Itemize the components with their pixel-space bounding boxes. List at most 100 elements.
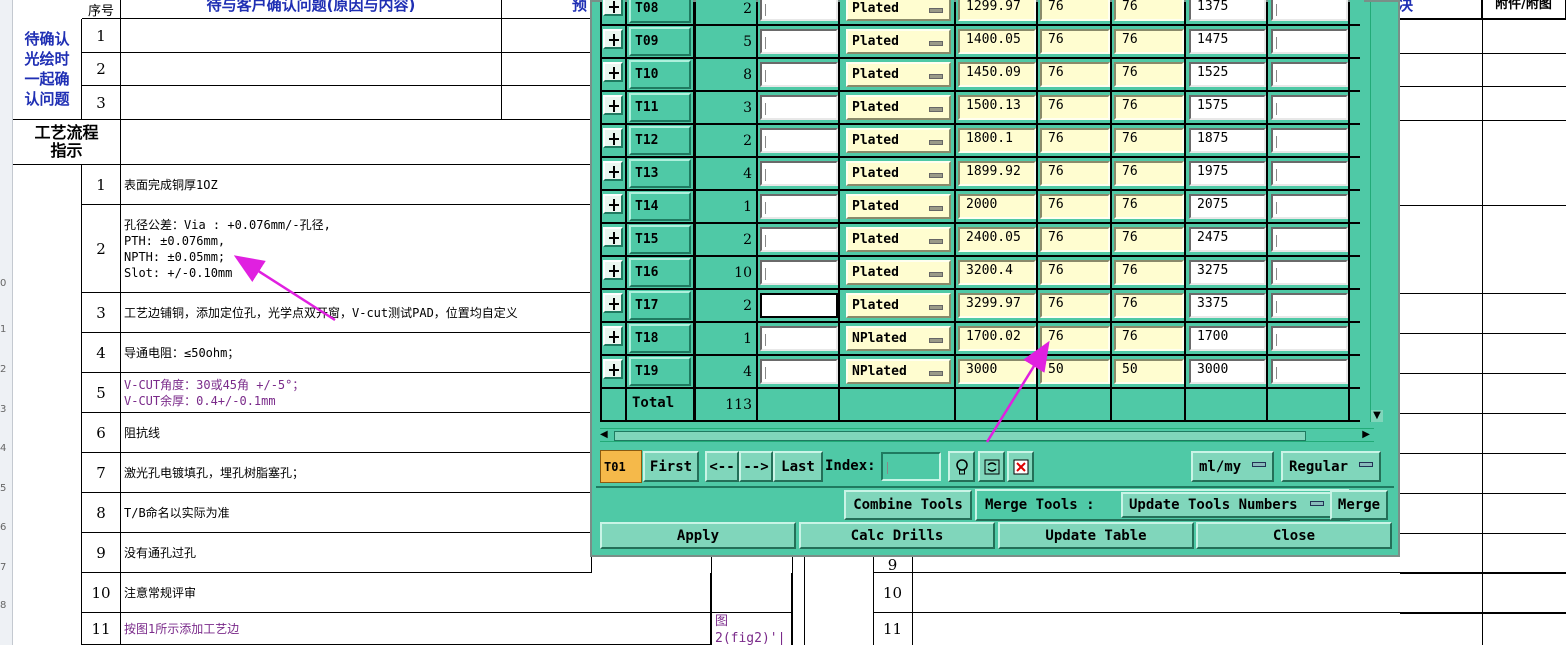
comment-field[interactable] bbox=[760, 293, 838, 318]
scroll-left-icon[interactable]: ◀ bbox=[600, 429, 608, 440]
extra-field[interactable] bbox=[1271, 260, 1348, 285]
tol-plus-field[interactable]: 76 bbox=[1040, 326, 1110, 351]
finish-size-field[interactable]: 3275 bbox=[1189, 260, 1266, 285]
comment-field[interactable] bbox=[760, 194, 838, 219]
process-row-text[interactable]: 没有通孔过孔 bbox=[121, 533, 592, 573]
plating-dropdown[interactable]: Plated bbox=[846, 293, 951, 318]
tool-name-button[interactable]: T16 bbox=[629, 258, 691, 287]
pending-cell[interactable] bbox=[121, 19, 502, 53]
tol-minus-field[interactable]: 76 bbox=[1114, 95, 1184, 120]
refresh-icon[interactable] bbox=[978, 451, 1005, 482]
tol-plus-field[interactable]: 76 bbox=[1040, 0, 1110, 21]
comment-field[interactable] bbox=[760, 29, 838, 54]
attachment-cell[interactable] bbox=[711, 573, 792, 613]
comment-field[interactable] bbox=[760, 62, 838, 87]
apply-button[interactable]: Apply bbox=[600, 522, 796, 549]
scroll-down-icon[interactable]: ▼ bbox=[1371, 410, 1383, 422]
update-table-button[interactable]: Update Table bbox=[998, 522, 1194, 549]
delete-icon[interactable] bbox=[1007, 451, 1034, 482]
tol-plus-field[interactable]: 76 bbox=[1040, 161, 1110, 186]
tool-name-button[interactable]: T15 bbox=[629, 225, 691, 254]
extra-field[interactable] bbox=[1271, 293, 1348, 318]
drill-size-field[interactable]: 1299.97 bbox=[958, 0, 1036, 21]
extra-field[interactable] bbox=[1271, 227, 1348, 252]
extra-field[interactable] bbox=[1271, 62, 1348, 87]
process-row-text[interactable]: 孔径公差：Via : +0.076mm/-孔径, PTH: ±0.076mm, … bbox=[121, 205, 592, 293]
plating-dropdown[interactable]: Plated bbox=[846, 194, 951, 219]
process-row-text[interactable]: 工艺边铺铜，添加定位孔，光学点双开窗，V-cut测试PAD，位置均自定义 bbox=[121, 293, 592, 333]
plating-dropdown[interactable]: NPlated bbox=[846, 359, 951, 384]
plating-dropdown[interactable]: NPlated bbox=[846, 326, 951, 351]
tol-plus-field[interactable]: 76 bbox=[1040, 128, 1110, 153]
extra-field[interactable] bbox=[1271, 0, 1348, 21]
extra-field[interactable] bbox=[1271, 128, 1348, 153]
process-row-text[interactable]: T/B命名以实际为准 bbox=[121, 493, 592, 533]
plating-dropdown[interactable]: Plated bbox=[846, 62, 951, 87]
drill-size-field[interactable]: 1800.1 bbox=[958, 128, 1036, 153]
expand-icon[interactable] bbox=[603, 227, 623, 247]
expand-icon[interactable] bbox=[603, 128, 623, 148]
comment-field[interactable] bbox=[760, 161, 838, 186]
tol-minus-field[interactable]: 76 bbox=[1114, 29, 1184, 54]
tol-minus-field[interactable]: 76 bbox=[1114, 260, 1184, 285]
finish-size-field[interactable]: 1700 bbox=[1189, 326, 1266, 351]
first-button[interactable]: First bbox=[643, 451, 699, 482]
plating-dropdown[interactable]: Plated bbox=[846, 0, 951, 21]
tol-plus-field[interactable]: 50 bbox=[1040, 359, 1110, 384]
expand-icon[interactable] bbox=[603, 260, 623, 280]
finish-size-field[interactable]: 1875 bbox=[1189, 128, 1266, 153]
process-row-text[interactable]: 按图1所示添加工艺边 bbox=[121, 613, 711, 645]
process-row-text[interactable]: 阻抗线 bbox=[121, 413, 592, 453]
extra-field[interactable] bbox=[1271, 194, 1348, 219]
merge-mode-dropdown[interactable]: Update Tools Numbers bbox=[1121, 492, 1332, 518]
finish-size-field[interactable]: 1525 bbox=[1189, 62, 1266, 87]
comment-field[interactable] bbox=[760, 0, 838, 21]
vertical-scrollbar[interactable]: ▼ bbox=[1370, 2, 1383, 422]
tol-minus-field[interactable]: 76 bbox=[1114, 293, 1184, 318]
last-button[interactable]: Last bbox=[773, 451, 823, 482]
mode-dropdown[interactable]: Regular bbox=[1281, 451, 1381, 482]
process-row-text[interactable]: 激光孔电镀填孔，埋孔树脂塞孔； bbox=[121, 453, 592, 493]
tol-plus-field[interactable]: 76 bbox=[1040, 293, 1110, 318]
expand-icon[interactable] bbox=[603, 326, 623, 346]
process-row-text[interactable]: 表面完成铜厚1OZ bbox=[121, 165, 592, 205]
expand-icon[interactable] bbox=[603, 161, 623, 181]
tool-name-button[interactable]: T08 bbox=[629, 0, 691, 23]
drill-size-field[interactable]: 1450.09 bbox=[958, 62, 1036, 87]
drill-size-field[interactable]: 1500.13 bbox=[958, 95, 1036, 120]
pending-cell[interactable] bbox=[121, 86, 502, 120]
drill-size-field[interactable]: 1400.05 bbox=[958, 29, 1036, 54]
tol-plus-field[interactable]: 76 bbox=[1040, 29, 1110, 54]
merge-button[interactable]: Merge bbox=[1330, 490, 1388, 520]
finish-size-field[interactable]: 3000 bbox=[1189, 359, 1266, 384]
tol-minus-field[interactable]: 76 bbox=[1114, 161, 1184, 186]
tol-plus-field[interactable]: 76 bbox=[1040, 260, 1110, 285]
tool-name-button[interactable]: T17 bbox=[629, 291, 691, 320]
extra-field[interactable] bbox=[1271, 326, 1348, 351]
bulb-icon[interactable] bbox=[948, 451, 975, 482]
pending-cell[interactable] bbox=[502, 19, 592, 53]
horizontal-scrollbar[interactable]: ◀ ▶ bbox=[600, 428, 1374, 442]
comment-field[interactable] bbox=[760, 95, 838, 120]
plating-dropdown[interactable]: Plated bbox=[846, 260, 951, 285]
index-input[interactable] bbox=[881, 452, 941, 481]
tol-minus-field[interactable]: 76 bbox=[1114, 227, 1184, 252]
process-row-text[interactable]: V-CUT角度：30或45角 +/-5°； V-CUT余厚：0.4+/-0.1m… bbox=[121, 373, 592, 413]
drill-size-field[interactable]: 3200.4 bbox=[958, 260, 1036, 285]
tool-name-button[interactable]: T12 bbox=[629, 126, 691, 155]
finish-size-field[interactable]: 2475 bbox=[1189, 227, 1266, 252]
pending-cell[interactable] bbox=[502, 53, 592, 86]
tol-minus-field[interactable]: 76 bbox=[1114, 0, 1184, 21]
tool-name-button[interactable]: T14 bbox=[629, 192, 691, 221]
drill-size-field[interactable]: 2400.05 bbox=[958, 227, 1036, 252]
finish-size-field[interactable]: 1975 bbox=[1189, 161, 1266, 186]
next-button[interactable]: --> bbox=[739, 451, 773, 482]
plating-dropdown[interactable]: Plated bbox=[846, 161, 951, 186]
drill-size-field[interactable]: 1700.02 bbox=[958, 326, 1036, 351]
tol-minus-field[interactable]: 76 bbox=[1114, 326, 1184, 351]
finish-size-field[interactable]: 1575 bbox=[1189, 95, 1266, 120]
drill-size-field[interactable]: 2000 bbox=[958, 194, 1036, 219]
combine-tools-button[interactable]: Combine Tools bbox=[844, 490, 972, 520]
prev-button[interactable]: <-- bbox=[705, 451, 739, 482]
expand-icon[interactable] bbox=[603, 29, 623, 49]
